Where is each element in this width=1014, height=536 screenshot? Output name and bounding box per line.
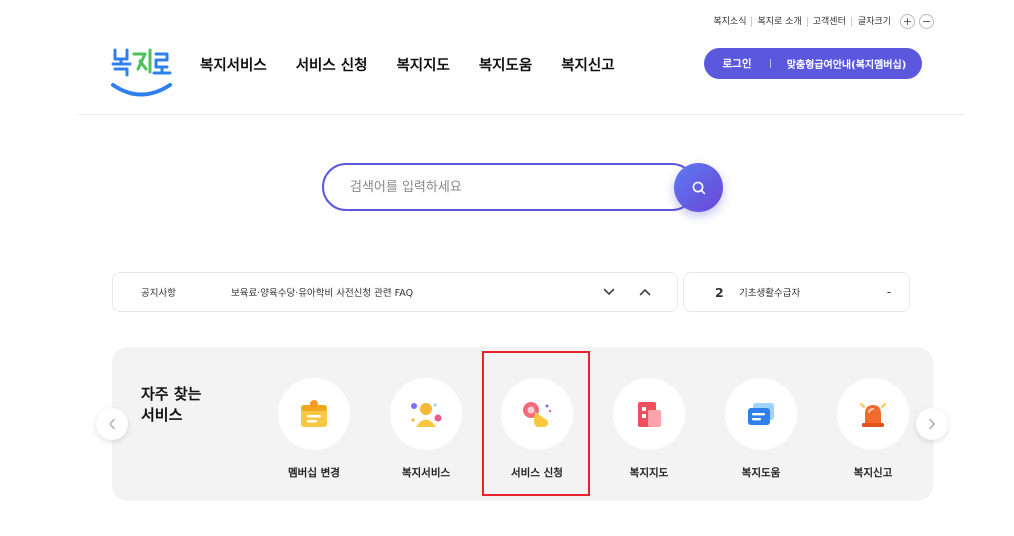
search-button[interactable]: [674, 163, 723, 212]
nav-item-welfare-help[interactable]: 복지도움: [479, 54, 532, 75]
notice-title-link[interactable]: 보육료·양육수당·유아학비 사전신청 관련 FAQ: [231, 285, 591, 299]
service-label: 복지지도: [629, 467, 669, 479]
bokjiro-logo-mark: [111, 48, 172, 97]
notice-bar: 공지사항 보육료·양육수당·유아학비 사전신청 관련 FAQ: [112, 272, 678, 312]
nav-item-service-application[interactable]: 서비스 신청: [296, 54, 368, 75]
frequent-title-line1: 자주 찾는: [141, 385, 202, 403]
service-icon-circle: [725, 378, 797, 450]
membership-card-icon: [301, 400, 327, 427]
chevron-right-icon: [929, 418, 935, 430]
nav-item-welfare-report[interactable]: 복지신고: [561, 54, 614, 75]
service-label: 복지도움: [741, 467, 781, 479]
service-icon-circle: [837, 378, 909, 450]
service-welfare-help[interactable]: 복지도움: [724, 378, 798, 480]
font-size-decrease-button[interactable]: −: [919, 14, 934, 29]
bokjiro-logo[interactable]: [110, 42, 174, 100]
login-membership-bar: 로그인 맞춤형급여안내(복지멤버십): [704, 48, 922, 79]
frequent-services-title: 자주 찾는 서비스: [141, 384, 221, 426]
carousel-next-button[interactable]: [916, 408, 948, 440]
people-icon: [411, 403, 442, 427]
service-icon-circle: [613, 378, 685, 450]
frequent-title-line2: 서비스: [141, 406, 183, 424]
chevron-left-icon: [109, 418, 115, 430]
main-navigation: 복지서비스 서비스 신청 복지지도 복지도움 복지신고: [200, 54, 644, 75]
chat-message-icon: [748, 403, 774, 425]
utility-link-about[interactable]: 복지로 소개: [751, 16, 806, 27]
rank-change: -: [886, 285, 892, 299]
notice-next-button[interactable]: [591, 288, 627, 296]
siren-icon: [860, 403, 886, 427]
notice-label: 공지사항: [141, 288, 176, 299]
service-welfare-services[interactable]: 복지서비스: [389, 378, 463, 480]
nav-item-welfare-map[interactable]: 복지지도: [396, 54, 449, 75]
rank-number: 2: [715, 284, 724, 300]
login-button[interactable]: 로그인: [704, 56, 770, 71]
highlight-box: [482, 351, 590, 496]
utility-bar: 복지소식 복지로 소개 고객센터 글자크기 + −: [708, 14, 934, 29]
service-membership-change[interactable]: 멤버십 변경: [277, 378, 351, 480]
search-box: [322, 163, 696, 211]
service-icon-circle: [390, 378, 462, 450]
search-input[interactable]: [324, 165, 644, 209]
membership-guide-button[interactable]: 맞춤형급여안내(복지멤버십): [771, 56, 922, 71]
service-icon-circle: [278, 378, 350, 450]
carousel-prev-button[interactable]: [96, 408, 128, 440]
utility-link-customer-center[interactable]: 고객센터: [806, 16, 851, 27]
rank-keyword[interactable]: 기초생활수급자: [739, 285, 869, 299]
chevron-up-icon: [639, 289, 651, 296]
service-label: 복지신고: [853, 467, 893, 479]
service-welfare-map[interactable]: 복지지도: [612, 378, 686, 480]
search-icon: [692, 181, 705, 194]
font-size-increase-button[interactable]: +: [900, 14, 915, 29]
utility-link-news[interactable]: 복지소식: [708, 17, 751, 27]
building-map-icon: [638, 402, 661, 427]
popular-keyword-box[interactable]: 2 기초생활수급자 -: [683, 272, 910, 312]
header-divider: [78, 114, 964, 115]
service-welfare-report[interactable]: 복지신고: [836, 378, 910, 480]
service-label: 복지서비스: [401, 467, 451, 479]
font-size-label: 글자크기: [850, 16, 896, 27]
notice-prev-button[interactable]: [627, 288, 663, 296]
nav-item-welfare-services[interactable]: 복지서비스: [200, 54, 267, 75]
chevron-down-icon: [603, 288, 615, 295]
service-label: 멤버십 변경: [288, 467, 340, 479]
